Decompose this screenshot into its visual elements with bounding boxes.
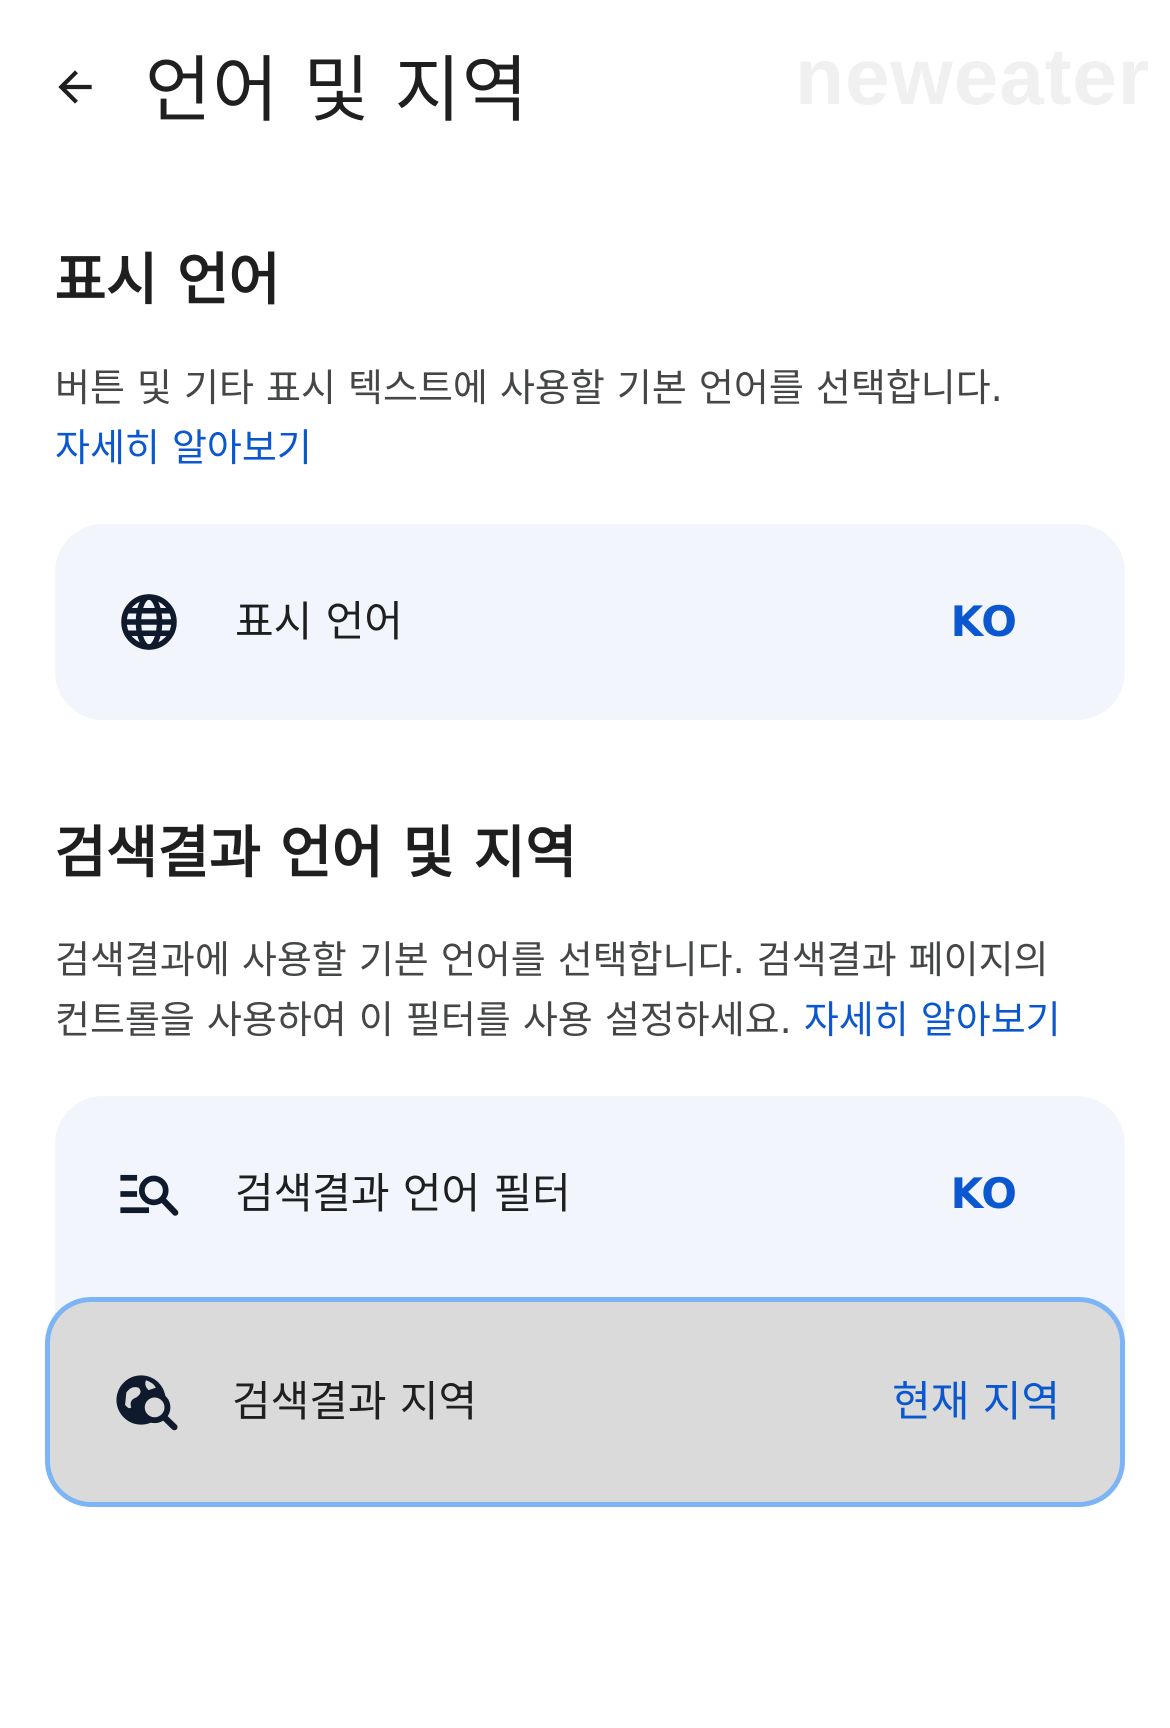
display-language-heading: 표시 언어 [55, 248, 281, 313]
arrow-back-icon [50, 62, 100, 112]
back-button[interactable] [40, 52, 110, 122]
search-region-value: 현재 지역 [892, 1377, 1060, 1426]
search-language-filter-value: KO [950, 1169, 1017, 1218]
language-region-page: 언어 및 지역 neweater 표시 언어 버튼 및 기타 표시 텍스트에 사… [0, 0, 1170, 1728]
search-language-heading: 검색결과 언어 및 지역 [55, 821, 578, 886]
search-region-row[interactable]: 검색결과 지역 현재 지역 [45, 1297, 1125, 1507]
globe-icon [117, 590, 181, 654]
globe-search-icon [114, 1368, 178, 1432]
filter-search-icon [117, 1162, 181, 1226]
page-title: 언어 및 지역 [145, 48, 529, 132]
app-bar: 언어 및 지역 neweater [0, 0, 1170, 180]
search-language-description-line2: 컨트롤을 사용하여 이 필터를 사용 설정하세요. [55, 998, 792, 1042]
search-region-label: 검색결과 지역 [232, 1377, 478, 1426]
search-language-learn-more-link[interactable]: 자세히 알아보기 [804, 998, 1061, 1042]
display-language-card: 표시 언어 KO [55, 524, 1125, 720]
display-language-description: 버튼 및 기타 표시 텍스트에 사용할 기본 언어를 선택합니다. 자세히 알아… [55, 358, 1115, 478]
search-language-description: 검색결과에 사용할 기본 언어를 선택합니다. 검색결과 페이지의 컨트롤을 사… [55, 930, 1115, 1050]
search-language-filter-label: 검색결과 언어 필터 [235, 1169, 571, 1218]
display-language-description-text: 버튼 및 기타 표시 텍스트에 사용할 기본 언어를 선택합니다. [55, 366, 1003, 410]
display-language-label: 표시 언어 [235, 597, 403, 646]
search-language-description-line1: 검색결과에 사용할 기본 언어를 선택합니다. 검색결과 페이지의 [55, 938, 1049, 982]
watermark: neweater [795, 32, 1150, 121]
display-language-learn-more-link[interactable]: 자세히 알아보기 [55, 426, 312, 470]
display-language-value: KO [950, 597, 1017, 646]
display-language-row[interactable]: 표시 언어 KO [55, 524, 1125, 720]
search-language-filter-row[interactable]: 검색결과 언어 필터 KO [55, 1096, 1125, 1292]
